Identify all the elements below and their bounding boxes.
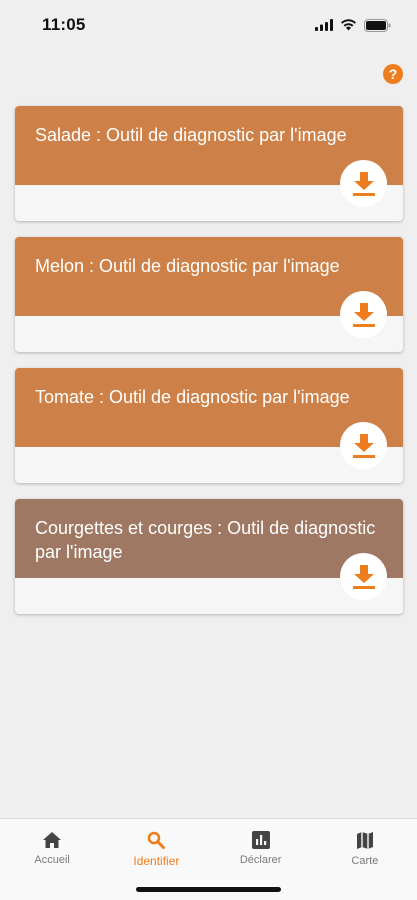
signal-icon <box>315 19 333 31</box>
battery-icon <box>364 18 391 32</box>
card-title: Salade : Outil de diagnostic par l'image <box>35 125 347 145</box>
help-button[interactable]: ? <box>383 64 403 84</box>
tab-label: Carte <box>351 855 379 867</box>
status-bar: 11:05 <box>0 0 417 50</box>
search-icon <box>148 831 166 849</box>
status-icons <box>315 18 391 32</box>
card-title: Tomate : Outil de diagnostic par l'image <box>35 387 350 407</box>
status-time: 11:05 <box>42 15 86 34</box>
chart-icon <box>251 831 270 849</box>
tab-label: Accueil <box>34 854 70 866</box>
home-icon <box>43 832 62 848</box>
download-button[interactable] <box>340 553 387 600</box>
map-icon <box>356 832 373 849</box>
tab-accueil[interactable]: Accueil <box>0 819 104 900</box>
download-icon <box>352 564 375 589</box>
home-indicator <box>136 887 281 892</box>
tool-card-salade[interactable]: Salade : Outil de diagnostic par l'image <box>15 106 403 221</box>
download-button[interactable] <box>340 422 387 469</box>
tab-label: Déclarer <box>239 854 282 866</box>
download-icon <box>352 433 375 458</box>
wifi-icon <box>341 19 356 31</box>
tool-list: Salade : Outil de diagnostic par l'image… <box>15 106 403 630</box>
download-button[interactable] <box>340 160 387 207</box>
card-title: Melon : Outil de diagnostic par l'image <box>35 256 340 276</box>
help-icon: ? <box>388 66 398 82</box>
tool-card-melon[interactable]: Melon : Outil de diagnostic par l'image <box>15 237 403 352</box>
download-icon <box>352 302 375 327</box>
tab-carte[interactable]: Carte <box>313 819 417 900</box>
tab-label: Identifier <box>133 854 180 868</box>
download-icon <box>352 171 375 196</box>
tool-card-courgettes[interactable]: Courgettes et courges : Outil de diagnos… <box>15 499 403 614</box>
download-button[interactable] <box>340 291 387 338</box>
tool-card-tomate[interactable]: Tomate : Outil de diagnostic par l'image <box>15 368 403 483</box>
card-title: Courgettes et courges : Outil de diagnos… <box>35 518 376 562</box>
